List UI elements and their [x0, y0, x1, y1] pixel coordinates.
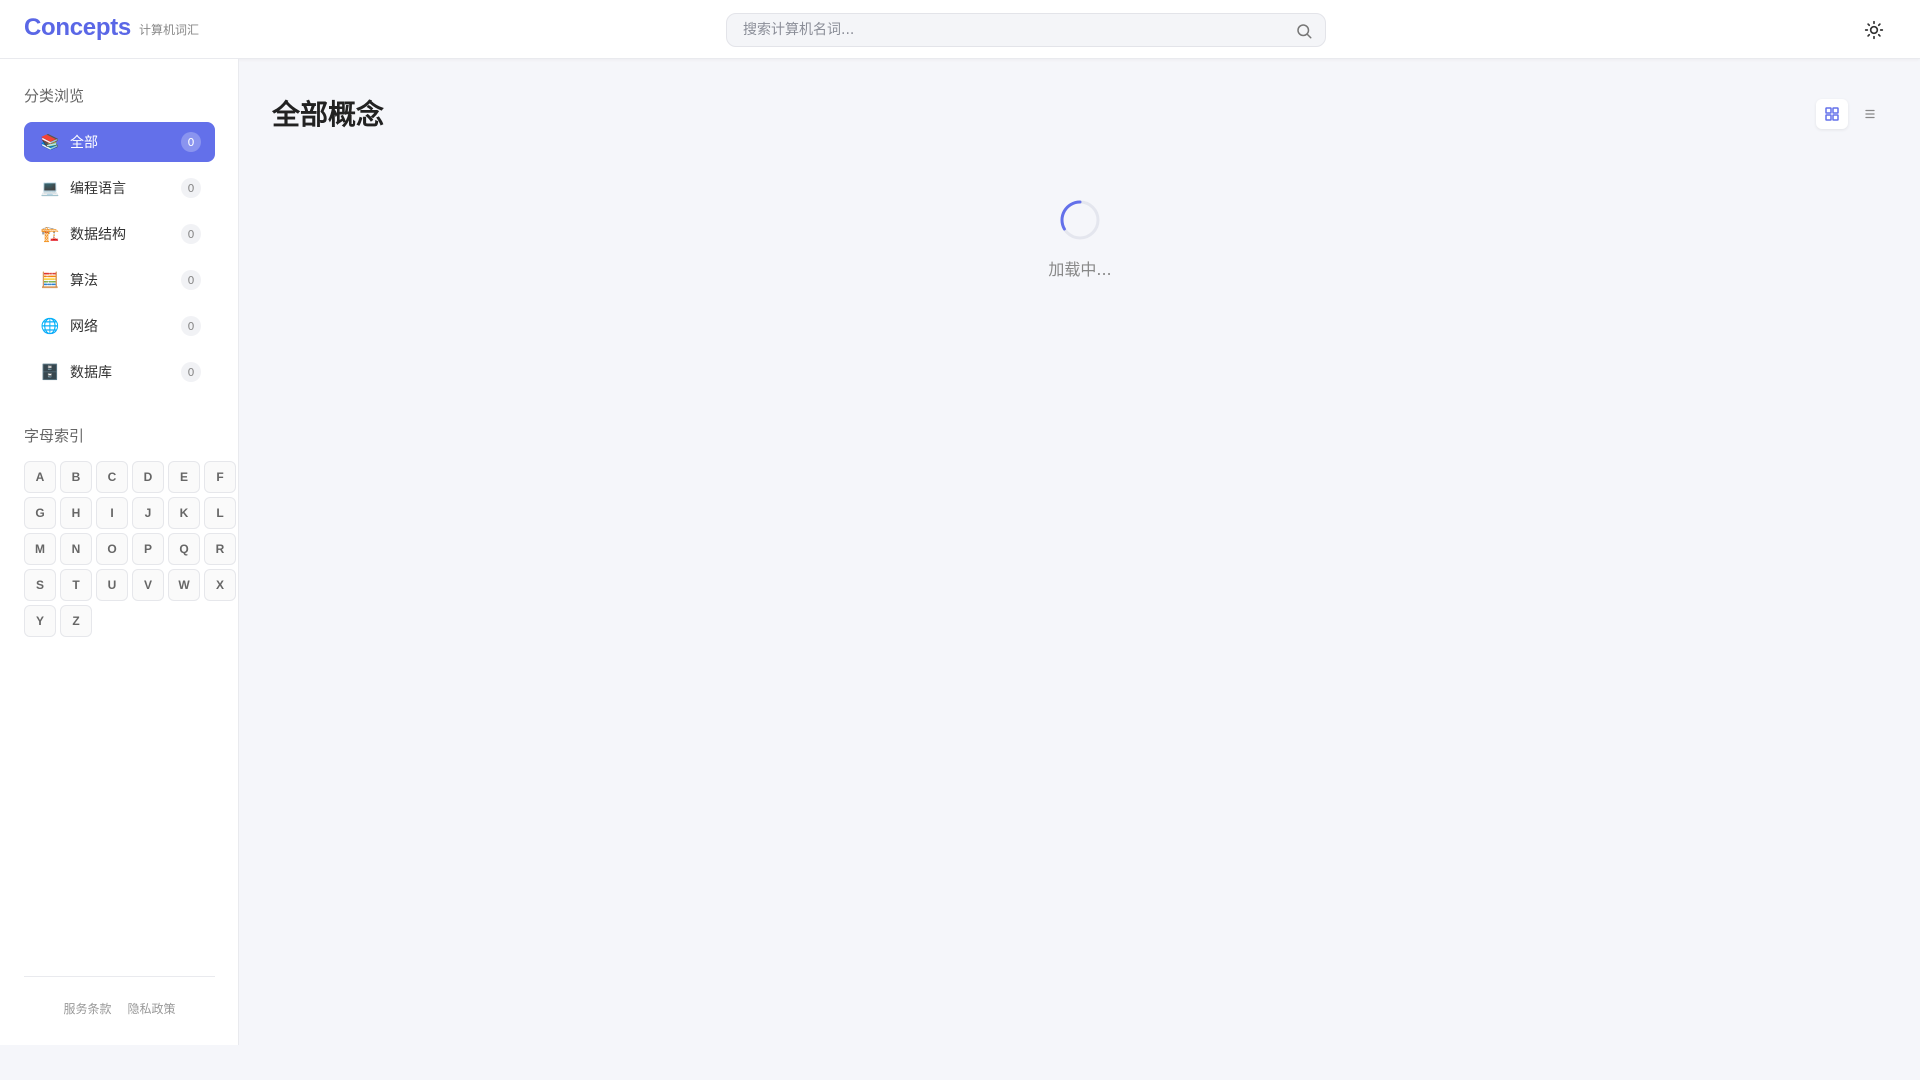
letter-button-c[interactable]: C [96, 461, 128, 493]
books-icon: 📚 [40, 133, 60, 151]
category-count: 0 [181, 362, 201, 382]
letter-button-q[interactable]: Q [168, 533, 200, 565]
letter-button-d[interactable]: D [132, 461, 164, 493]
letter-button-z[interactable]: Z [60, 605, 92, 637]
loading-spinner-icon [1060, 200, 1100, 240]
category-count: 0 [181, 224, 201, 244]
brand[interactable]: Concepts 计算机词汇 [24, 14, 199, 42]
category-label: 编程语言 [70, 181, 126, 197]
page-title: 全部概念 [272, 98, 385, 131]
letter-button-e[interactable]: E [168, 461, 200, 493]
file-cabinet-icon: 🗄️ [40, 363, 60, 381]
categories-title: 分类浏览 [24, 87, 85, 105]
letter-button-v[interactable]: V [132, 569, 164, 601]
letter-button-f[interactable]: F [204, 461, 236, 493]
category-item-algorithms[interactable]: 🧮 算法 0 [24, 260, 215, 300]
category-label: 算法 [70, 273, 98, 289]
list-view-button[interactable] [1854, 99, 1886, 129]
category-count: 0 [181, 316, 201, 336]
letter-button-k[interactable]: K [168, 497, 200, 529]
letter-button-y[interactable]: Y [24, 605, 56, 637]
view-mode-toggle [1816, 99, 1886, 129]
construction-icon: 🏗️ [40, 225, 60, 243]
letter-button-s[interactable]: S [24, 569, 56, 601]
loading-indicator: 加载中... [1030, 200, 1130, 280]
category-item-data-structures[interactable]: 🏗️ 数据结构 0 [24, 214, 215, 254]
sidebar: 分类浏览 📚 全部 0 💻 编程语言 0 🏗️ 数据结构 0 🧮 算法 0 🌐 … [0, 59, 239, 1045]
letter-button-t[interactable]: T [60, 569, 92, 601]
letter-button-i[interactable]: I [96, 497, 128, 529]
letter-button-a[interactable]: A [24, 461, 56, 493]
category-item-database[interactable]: 🗄️ 数据库 0 [24, 352, 215, 392]
category-item-all[interactable]: 📚 全部 0 [24, 122, 215, 162]
globe-icon: 🌐 [40, 317, 60, 335]
letter-button-r[interactable]: R [204, 533, 236, 565]
category-label: 数据库 [70, 365, 112, 381]
category-label: 全部 [70, 135, 98, 151]
search-icon[interactable] [1295, 22, 1313, 40]
abacus-icon: 🧮 [40, 271, 60, 289]
grid-view-button[interactable] [1816, 99, 1848, 129]
letter-button-n[interactable]: N [60, 533, 92, 565]
terms-of-service-link[interactable]: 服务条款 [63, 1000, 111, 1017]
category-label: 数据结构 [70, 227, 126, 243]
footer-links: 服务条款 隐私政策 [24, 1000, 215, 1017]
letter-button-w[interactable]: W [168, 569, 200, 601]
search-bar[interactable] [726, 13, 1326, 47]
list-icon [1865, 109, 1875, 119]
category-label: 网络 [70, 319, 98, 335]
letter-button-h[interactable]: H [60, 497, 92, 529]
letter-button-p[interactable]: P [132, 533, 164, 565]
category-list: 📚 全部 0 💻 编程语言 0 🏗️ 数据结构 0 🧮 算法 0 🌐 网络 0 … [24, 122, 215, 398]
category-count: 0 [181, 270, 201, 290]
category-count: 0 [181, 132, 201, 152]
letter-index-title: 字母索引 [24, 427, 85, 445]
sun-icon [1864, 20, 1884, 40]
laptop-icon: 💻 [40, 179, 60, 197]
letter-button-u[interactable]: U [96, 569, 128, 601]
category-item-network[interactable]: 🌐 网络 0 [24, 306, 215, 346]
category-item-programming-languages[interactable]: 💻 编程语言 0 [24, 168, 215, 208]
letter-index: A B C D E F G H I J K L M N O P Q R S T … [24, 461, 240, 637]
category-count: 0 [181, 178, 201, 198]
brand-subtitle: 计算机词汇 [138, 22, 199, 37]
letter-button-j[interactable]: J [132, 497, 164, 529]
letter-button-o[interactable]: O [96, 533, 128, 565]
loading-text: 加载中... [1048, 260, 1112, 279]
letter-button-l[interactable]: L [204, 497, 236, 529]
grid-icon [1825, 107, 1839, 121]
letter-button-x[interactable]: X [204, 569, 236, 601]
top-header: Concepts 计算机词汇 [0, 0, 1920, 59]
letter-button-m[interactable]: M [24, 533, 56, 565]
theme-toggle-button[interactable] [1862, 18, 1886, 42]
brand-name[interactable]: Concepts [24, 14, 131, 42]
letter-button-b[interactable]: B [60, 461, 92, 493]
search-input[interactable] [727, 14, 1325, 46]
letter-button-g[interactable]: G [24, 497, 56, 529]
privacy-policy-link[interactable]: 隐私政策 [128, 1000, 176, 1017]
sidebar-divider [24, 976, 215, 977]
bottom-strip [0, 1045, 1920, 1080]
